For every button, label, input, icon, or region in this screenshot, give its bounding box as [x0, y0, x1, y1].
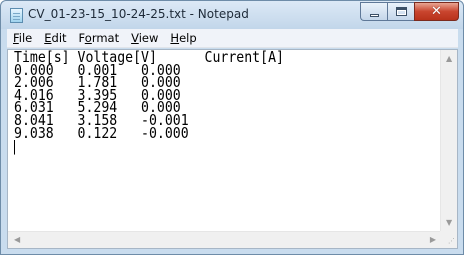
scroll-left-icon[interactable]: ◀ — [14, 236, 20, 244]
scroll-down-icon[interactable]: ▼ — [446, 219, 452, 227]
menu-edit-accel: E — [44, 31, 52, 45]
close-icon: ✕ — [431, 4, 442, 19]
menu-edit[interactable]: Edit — [38, 31, 72, 45]
menu-format-label: rmat — [91, 31, 120, 45]
menu-format-accel: o — [84, 31, 92, 45]
menu-file-label: ile — [18, 31, 33, 45]
menu-edit-label: dit — [51, 31, 67, 45]
menu-format[interactable]: Format — [73, 31, 126, 45]
menu-help-accel: H — [170, 31, 180, 45]
caret-line — [14, 140, 442, 155]
maximize-icon — [396, 7, 407, 16]
scroll-up-icon[interactable]: ▲ — [446, 55, 452, 63]
menu-view-label: iew — [138, 31, 159, 45]
window-title: CV_01-23-15_10-24-25.txt - Notepad — [28, 7, 249, 21]
text-content[interactable]: Time[s] Voltage[V] Current[A] 0.000 0.00… — [8, 50, 442, 232]
minimize-icon — [370, 14, 379, 17]
menu-view[interactable]: View — [125, 31, 164, 45]
vertical-scrollbar[interactable]: ▲ ▼ — [440, 50, 457, 232]
close-button[interactable]: ✕ — [414, 2, 459, 21]
menu-help-label: elp — [179, 31, 197, 45]
notepad-window: CV_01-23-15_10-24-25.txt - Notepad ✕ Fil… — [0, 0, 464, 255]
text-editor[interactable]: Time[s] Voltage[V] Current[A] 0.000 0.00… — [7, 49, 458, 249]
menu-bar: File Edit Format View Help — [7, 29, 458, 48]
resize-grip-icon[interactable]: ⋰ — [448, 237, 455, 245]
menu-view-accel: V — [131, 31, 139, 45]
menu-file[interactable]: File — [7, 31, 38, 45]
horizontal-scrollbar[interactable]: ◀ ▶ — [8, 231, 442, 248]
menu-help[interactable]: Help — [164, 31, 202, 45]
notepad-icon[interactable] — [10, 8, 23, 23]
minimize-button[interactable] — [360, 2, 387, 21]
maximize-button[interactable] — [387, 2, 414, 21]
resize-corner[interactable]: ⋰ — [440, 231, 457, 248]
text-caret — [14, 140, 15, 155]
caption-buttons: ✕ — [360, 2, 459, 21]
scroll-right-icon[interactable]: ▶ — [430, 236, 436, 244]
title-bar[interactable]: CV_01-23-15_10-24-25.txt - Notepad ✕ — [1, 1, 463, 29]
